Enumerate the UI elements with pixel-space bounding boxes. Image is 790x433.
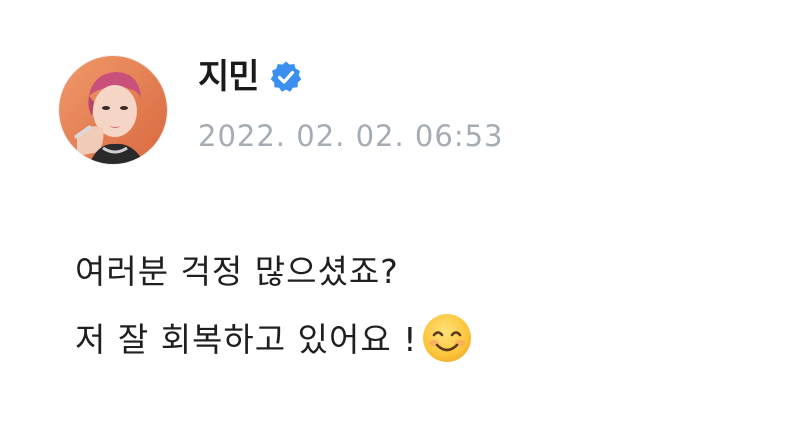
smiling-face-icon xyxy=(421,312,473,364)
post-card: 지민 2022. 02. 02. 06:53 여러분 걱정 많으셨죠? 저 잘 … xyxy=(0,0,790,433)
post-body-line-2: 저 잘 회복하고 있어요 ! xyxy=(75,314,473,362)
post-body-text-1: 여러분 걱정 많으셨죠? xyxy=(75,252,399,291)
post-body-text-2: 저 잘 회복하고 있어요 ! xyxy=(75,320,418,359)
post-timestamp: 2022. 02. 02. 06:53 xyxy=(198,119,504,153)
post-body: 여러분 걱정 많으셨죠? 저 잘 회복하고 있어요 ! xyxy=(75,250,473,386)
post-body-line-1: 여러분 걱정 많으셨죠? xyxy=(75,250,473,294)
avatar[interactable] xyxy=(59,56,167,164)
verified-badge-icon xyxy=(269,60,303,94)
author-name[interactable]: 지민 xyxy=(198,57,260,97)
author-row: 지민 xyxy=(198,57,303,97)
avatar-photo xyxy=(59,56,167,164)
